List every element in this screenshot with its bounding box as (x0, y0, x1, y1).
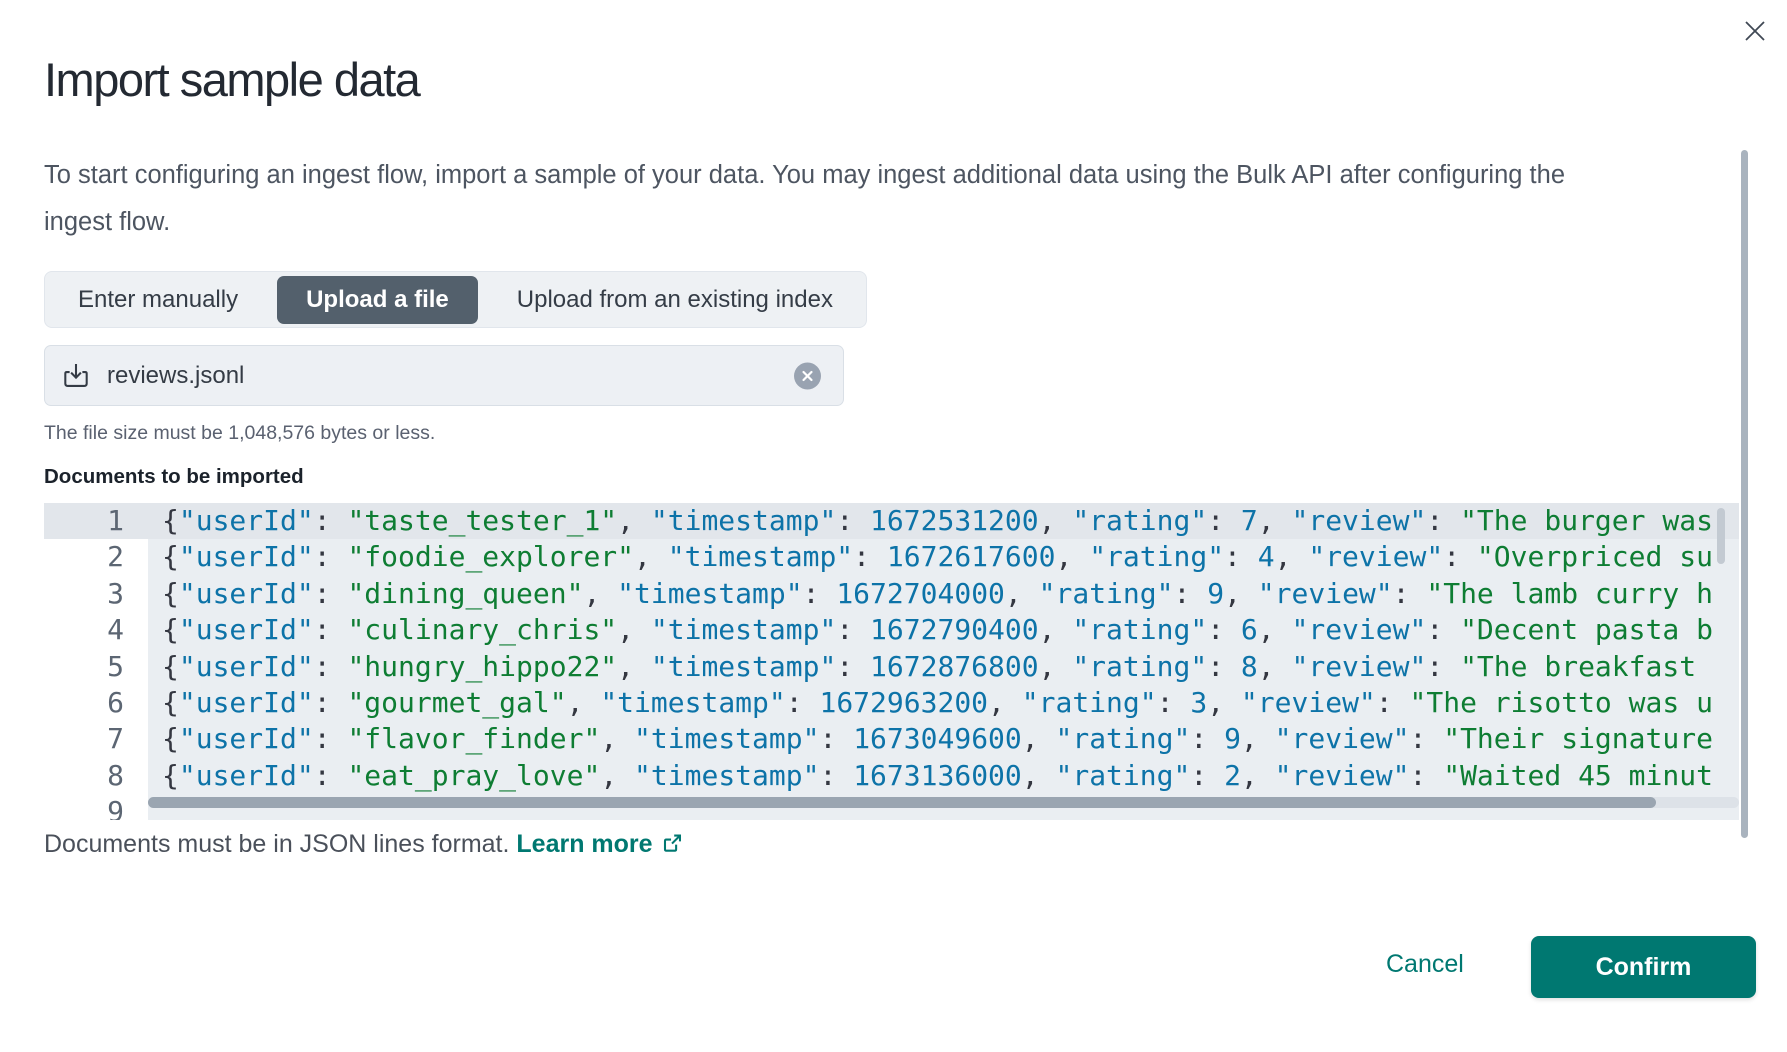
line-number: 1 (44, 503, 148, 539)
tab-enter-manually[interactable]: Enter manually (49, 276, 267, 324)
file-size-hint: The file size must be 1,048,576 bytes or… (44, 422, 435, 445)
line-number: 9 (44, 794, 148, 820)
code-line: 4{"userId": "culinary_chris", "timestamp… (44, 612, 1739, 648)
line-number: 6 (44, 685, 148, 721)
clear-x-icon (801, 369, 814, 382)
import-sample-data-modal: Import sample data To start configuring … (0, 0, 1787, 1052)
code-line-content: {"userId": "flavor_finder", "timestamp":… (148, 721, 1739, 757)
code-line: 6{"userId": "gourmet_gal", "timestamp": … (44, 685, 1739, 721)
line-number: 2 (44, 539, 148, 575)
code-line: 3{"userId": "dining_queen", "timestamp":… (44, 576, 1739, 612)
horizontal-scrollbar-track[interactable] (148, 797, 1739, 808)
codeblock-vertical-scrollbar-thumb[interactable] (1717, 508, 1725, 564)
tab-upload-a-file[interactable]: Upload a file (277, 276, 478, 324)
line-number: 5 (44, 649, 148, 685)
code-line-content: {"userId": "culinary_chris", "timestamp"… (148, 612, 1739, 648)
close-button[interactable] (1738, 14, 1772, 48)
code-line-content: {"userId": "foodie_explorer", "timestamp… (148, 539, 1739, 575)
file-picker-filename: reviews.jsonl (107, 362, 244, 390)
close-icon (1742, 18, 1768, 44)
file-picker[interactable]: reviews.jsonl (44, 345, 844, 406)
line-number: 4 (44, 612, 148, 648)
cancel-button[interactable]: Cancel (1372, 944, 1478, 985)
code-line-content: {"userId": "dining_queen", "timestamp": … (148, 576, 1739, 612)
tab-upload-from-an-existing-index[interactable]: Upload from an existing index (488, 276, 862, 324)
format-note: Documents must be in JSON lines format. … (44, 830, 683, 861)
code-line-content: {"userId": "hungry_hippo22", "timestamp"… (148, 649, 1739, 685)
import-mode-button-group: Enter manuallyUpload a fileUpload from a… (44, 271, 867, 328)
line-number: 3 (44, 576, 148, 612)
code-line: 5{"userId": "hungry_hippo22", "timestamp… (44, 649, 1739, 685)
import-icon (61, 361, 91, 391)
learn-more-label: Learn more (516, 830, 652, 858)
format-note-text: Documents must be in JSON lines format. (44, 830, 509, 858)
horizontal-scrollbar-thumb[interactable] (148, 797, 1656, 808)
clear-file-button[interactable] (794, 362, 821, 389)
learn-more-link[interactable]: Learn more (516, 830, 682, 858)
documents-preview-codeblock: 1{"userId": "taste_tester_1", "timestamp… (44, 503, 1739, 820)
documents-label: Documents to be imported (44, 465, 304, 489)
code-rows: 1{"userId": "taste_tester_1", "timestamp… (44, 503, 1739, 820)
code-line: 7{"userId": "flavor_finder", "timestamp"… (44, 721, 1739, 757)
line-number: 8 (44, 758, 148, 794)
page-title: Import sample data (44, 52, 419, 107)
modal-description: To start configuring an ingest flow, imp… (44, 152, 1634, 246)
external-link-icon (661, 832, 683, 861)
code-line-content: {"userId": "taste_tester_1", "timestamp"… (148, 503, 1739, 539)
modal-vertical-scrollbar-thumb[interactable] (1741, 150, 1748, 838)
code-line-content: {"userId": "gourmet_gal", "timestamp": 1… (148, 685, 1739, 721)
code-line: 8{"userId": "eat_pray_love", "timestamp"… (44, 758, 1739, 794)
code-line: 2{"userId": "foodie_explorer", "timestam… (44, 539, 1739, 575)
confirm-button[interactable]: Confirm (1531, 936, 1756, 998)
code-line-content: {"userId": "eat_pray_love", "timestamp":… (148, 758, 1739, 794)
code-line: 1{"userId": "taste_tester_1", "timestamp… (44, 503, 1739, 539)
line-number: 7 (44, 721, 148, 757)
